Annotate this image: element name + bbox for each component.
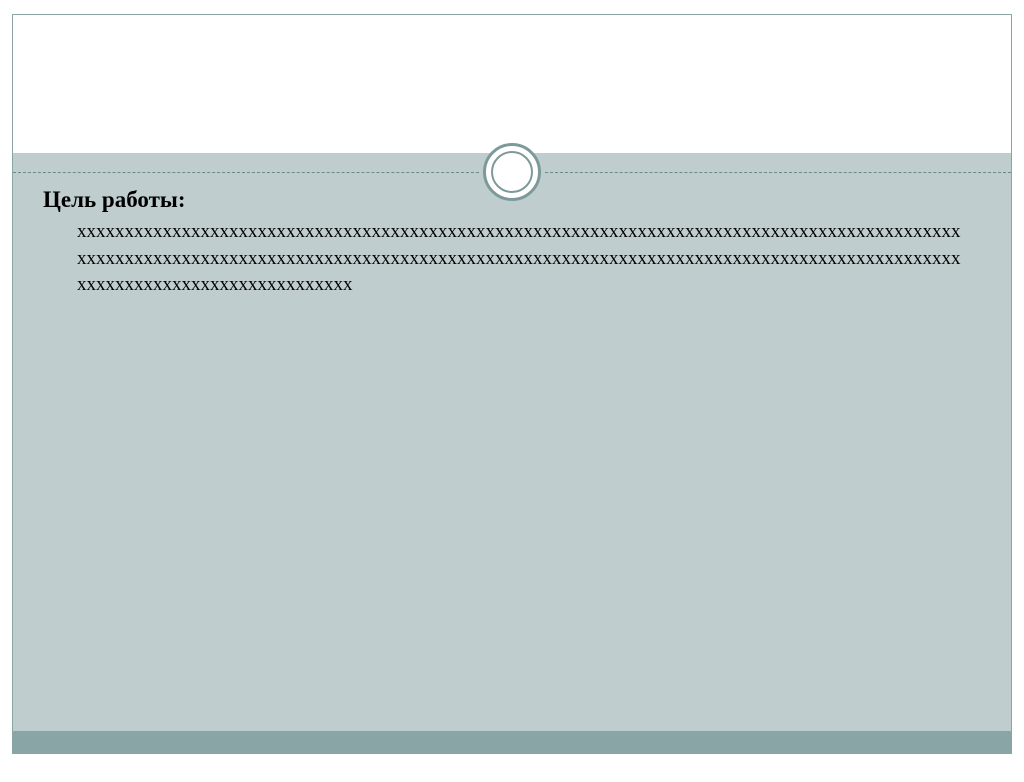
- divider-line-right: [545, 172, 1011, 173]
- slide-body-text: хххххххххххххххххххххххххххххххххххххххх…: [43, 219, 963, 299]
- divider-ornament: [13, 141, 1011, 203]
- circle-ornament-inner: [491, 151, 533, 193]
- slide-footer-bar: [13, 731, 1011, 753]
- slide-frame: Цель работы: ххххххххххххххххххххххххххх…: [12, 14, 1012, 754]
- slide-header-area: [13, 15, 1011, 149]
- slide-body: Цель работы: ххххххххххххххххххххххххххх…: [13, 153, 1011, 731]
- divider-line-left: [13, 172, 479, 173]
- circle-ornament-outer: [483, 143, 541, 201]
